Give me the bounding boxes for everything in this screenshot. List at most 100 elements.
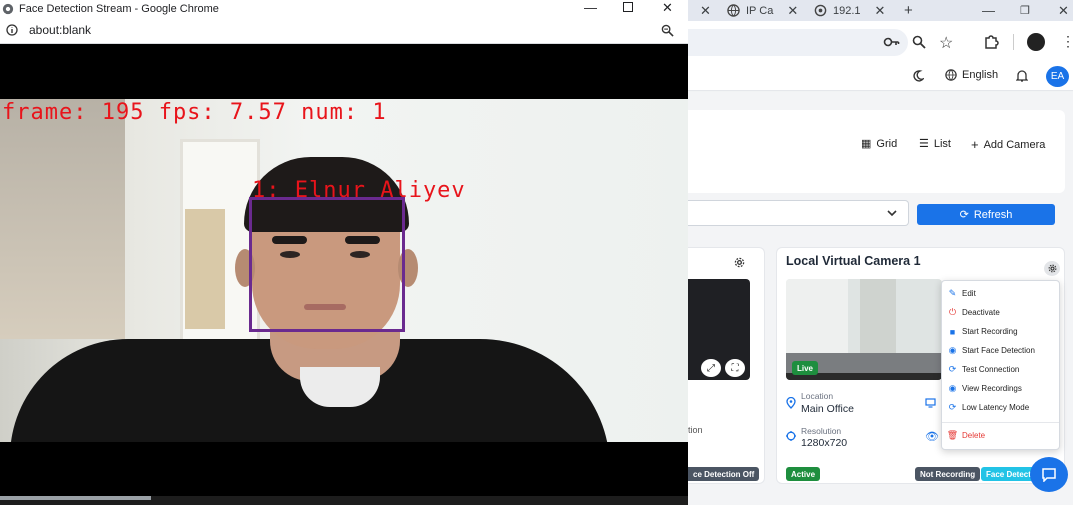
menu-item-label: Delete [962, 431, 986, 440]
list-view-button[interactable]: ☰ List [919, 137, 951, 151]
list-label: List [933, 137, 951, 150]
menu-item-start-recording[interactable]: ■ Start Recording [948, 326, 1018, 337]
active-badge: Active [786, 467, 821, 481]
user-avatar[interactable]: EA [1046, 66, 1069, 87]
eye-icon: 👁 [925, 431, 939, 443]
fullscreen-icon[interactable]: ⛶ [725, 359, 745, 377]
browser-tab-ip-camera[interactable]: IP Ca ✕ [727, 0, 807, 21]
refresh-icon: ⟳ [959, 209, 969, 221]
close-icon[interactable]: ✕ [875, 3, 886, 19]
pencil-icon: ✎ [948, 288, 957, 298]
expand-icon[interactable]: ⤢ [701, 359, 721, 377]
add-camera-label: Add Camera [983, 138, 1046, 151]
grid-icon: ▦ [861, 138, 872, 150]
refresh-icon: ⟳ [948, 402, 957, 412]
restore-icon[interactable]: ❐ [1020, 0, 1030, 21]
menu-item-deactivate[interactable]: ⏻ Deactivate [948, 307, 1000, 317]
dark-mode-moon-icon[interactable] [912, 70, 924, 82]
close-window-icon[interactable]: ✕ [1058, 0, 1069, 21]
gear-icon [1048, 264, 1056, 273]
menu-item-low-latency[interactable]: ⟳ Low Latency Mode [948, 402, 1030, 412]
eye-icon: ◉ [948, 345, 957, 355]
list-icon: ☰ [919, 138, 929, 150]
gear-icon[interactable] [734, 257, 745, 268]
location-pin-icon [786, 397, 796, 409]
menu-divider [942, 422, 1059, 423]
camera-actions-menu: ✎ Edit ⏻ Deactivate ■ Start Recording ◉ Star… [941, 280, 1060, 450]
recording-status-badge: Not Recording [915, 467, 981, 481]
menu-item-delete[interactable]: 🗑 Delete [946, 430, 986, 440]
popup-url: about:blank [29, 23, 92, 37]
settings-button[interactable] [1044, 261, 1060, 276]
camera-title: Local Virtual Camera 1 [786, 254, 921, 268]
password-key-icon[interactable] [883, 36, 900, 48]
horizontal-scrollbar-thumb[interactable] [0, 496, 151, 500]
menu-item-label: Start Face Detection [962, 346, 1035, 355]
zoom-icon[interactable] [912, 35, 926, 49]
resolution-value: 1280x720 [801, 437, 848, 449]
language-selector[interactable]: English [945, 69, 998, 81]
menu-item-edit[interactable]: ✎ Edit [948, 288, 976, 298]
globe-icon [727, 4, 740, 17]
chevron-down-icon [887, 210, 897, 217]
close-icon[interactable]: ✕ [787, 3, 798, 19]
menu-item-label: Low Latency Mode [962, 403, 1030, 412]
language-label: English [962, 69, 999, 81]
close-icon[interactable]: ✕ [700, 3, 711, 19]
monitor-icon [925, 398, 936, 408]
location-value: Main Office [801, 403, 854, 415]
left-card-field-fragment: tion [688, 425, 703, 435]
popup-address-bar[interactable]: about:blank [0, 17, 688, 44]
refresh-label: Refresh [973, 208, 1013, 221]
power-icon: ⏻ [948, 307, 957, 317]
menu-item-start-face-detection[interactable]: ◉ Start Face Detection [948, 345, 1035, 355]
refresh-icon: ⟳ [948, 364, 957, 374]
close-window-icon[interactable]: ✕ [662, 0, 673, 16]
menu-item-test-connection[interactable]: ⟳ Test Connection [948, 364, 1020, 374]
face-bounding-box [249, 197, 405, 332]
face-detection-off-badge: ce Detection Off [688, 467, 760, 481]
trash-icon: 🗑 [946, 430, 959, 440]
menu-item-label: Edit [962, 289, 976, 298]
refresh-button[interactable]: ⟳ Refresh [917, 204, 1055, 225]
info-icon [6, 24, 18, 36]
stream-stats-overlay: frame: 195 fps: 7.57 num: 1 [2, 100, 387, 125]
menu-item-label: Test Connection [962, 365, 1020, 374]
face-name-label: 1: Elnur Aliyev [252, 178, 466, 203]
minimize-icon[interactable]: — [982, 0, 995, 21]
menu-item-label: View Recordings [962, 384, 1022, 393]
browser-tab-partial[interactable]: ✕ [694, 0, 724, 21]
address-bar[interactable] [688, 29, 908, 56]
menu-item-label: Start Recording [962, 327, 1018, 336]
grid-label: Grid [876, 137, 898, 150]
profile-avatar[interactable] [1027, 33, 1045, 51]
resolution-icon [786, 431, 796, 441]
zoom-icon[interactable] [661, 24, 674, 37]
globe-icon [945, 69, 957, 81]
add-camera-button[interactable]: + Add Camera [971, 137, 1045, 152]
video-icon: ■ [949, 326, 956, 337]
filter-select[interactable] [688, 200, 909, 226]
minimize-icon[interactable]: — [584, 0, 597, 15]
maximize-icon[interactable] [623, 2, 633, 12]
tab-label: 192.1 [833, 4, 861, 17]
chat-button[interactable] [1030, 457, 1068, 492]
menu-item-label: Deactivate [962, 308, 1000, 317]
browser-tab-ip-address[interactable]: 192.1 ✕ [814, 0, 894, 21]
chat-icon [1042, 467, 1056, 482]
more-menu-icon[interactable]: ⋮ [1061, 33, 1073, 50]
resolution-label: Resolution [801, 426, 842, 436]
menu-item-view-recordings[interactable]: ◉ View Recordings [948, 383, 1022, 393]
plus-icon: + [971, 137, 979, 152]
face-detection-video-frame [0, 99, 688, 442]
grid-view-button[interactable]: ▦ Grid [861, 137, 898, 151]
camera-favicon-icon [814, 4, 827, 17]
toolbar-divider [1013, 34, 1014, 50]
extensions-icon[interactable] [984, 34, 999, 49]
tab-label: IP Ca [746, 4, 774, 17]
bookmark-star-icon[interactable]: ☆ [939, 33, 953, 53]
new-tab-icon[interactable]: + [904, 0, 918, 21]
bell-icon[interactable] [1016, 69, 1028, 82]
live-badge: Live [792, 361, 819, 375]
popup-title: Face Detection Stream - Google Chrome [19, 2, 219, 15]
